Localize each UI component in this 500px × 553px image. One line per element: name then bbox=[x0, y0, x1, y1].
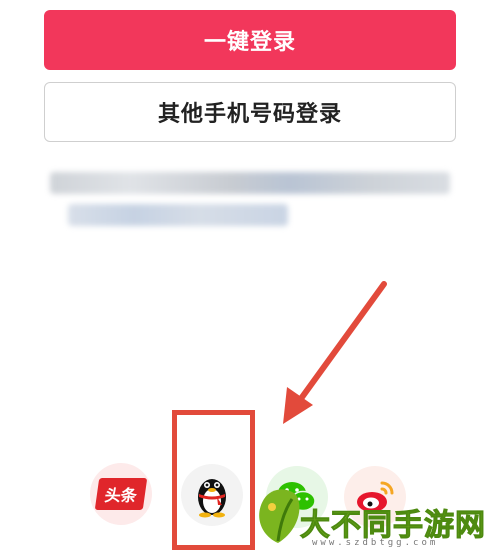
other-phone-login-button[interactable]: 其他手机号码登录 bbox=[44, 82, 456, 142]
agreement-text-blurred bbox=[44, 168, 454, 238]
toutiao-login-button[interactable]: 头条 bbox=[90, 463, 152, 525]
watermark-leaf-icon bbox=[259, 489, 300, 543]
blurred-line-2 bbox=[68, 204, 288, 226]
toutiao-icon: 头条 bbox=[94, 478, 148, 510]
one-click-login-button[interactable]: 一键登录 bbox=[44, 10, 456, 70]
qq-highlight-box bbox=[172, 410, 255, 550]
blurred-line-1 bbox=[50, 172, 450, 194]
watermark-url: www.szdbtgg.com bbox=[312, 538, 439, 548]
